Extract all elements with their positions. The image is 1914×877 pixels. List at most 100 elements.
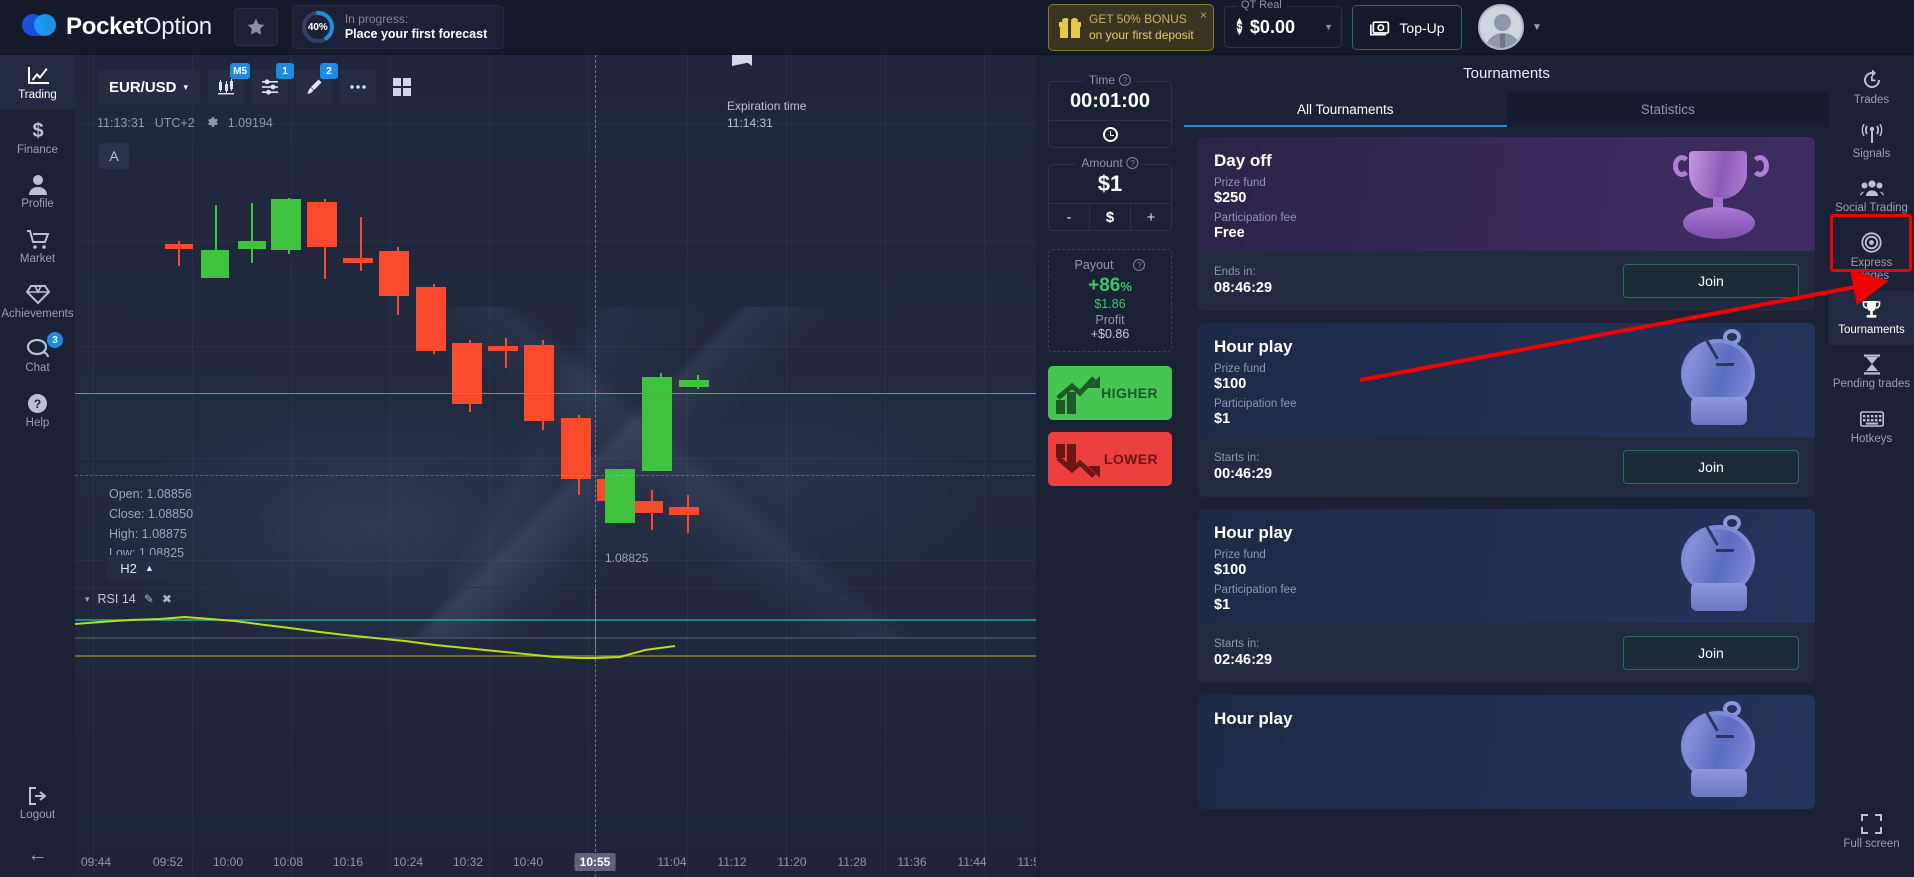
chart-clock-time: 11:13:31 [97,116,145,130]
profit-value: +$0.86 [1090,327,1130,341]
amount-label: Amount [1081,156,1123,170]
candles-icon [218,79,235,95]
rail-item-signals[interactable]: Signals [1829,115,1914,169]
top-up-button[interactable]: Top-Up [1352,5,1462,50]
gear-icon[interactable] [205,115,218,131]
sidebar-item-profile[interactable]: Profile [0,164,75,219]
time-tick: 09:52 [152,855,184,869]
flag-icon [732,55,752,66]
user-menu[interactable]: ▼ [1478,4,1542,50]
rail-item-hotkeys[interactable]: Hotkeys [1829,400,1914,454]
help-icon[interactable]: ? [1133,259,1146,271]
tab-all-tournaments[interactable]: All Tournaments [1184,92,1507,127]
account-balance[interactable]: QT Real ▲ $ ▼ $0.00 ▼ [1224,0,1342,48]
rail-item-express-trades[interactable]: Express Trades [1829,224,1914,291]
onboarding-progress[interactable]: 40% In progress: Place your first foreca… [291,5,505,49]
time-field[interactable]: Time ? 00:01:00 [1048,73,1172,148]
drawing-tools-button[interactable]: 2 [296,63,339,104]
bonus-subtitle: on your first deposit [1089,27,1194,42]
arrow-up-chart-icon [1056,376,1100,414]
tournament-card[interactable]: Hour play [1198,695,1815,809]
bonus-banner[interactable]: GET 50% BONUS on your first deposit × [1048,4,1214,51]
sidebar-item-trading[interactable]: Trading [0,55,75,110]
chevron-down-icon[interactable]: ▼ [1324,22,1333,32]
sidebar-label-market: Market [19,252,56,265]
sidebar-item-achievements[interactable]: Achievements [0,274,75,329]
higher-button[interactable]: HIGHER [1048,366,1172,420]
cart-icon [26,228,50,250]
close-icon[interactable]: × [1200,8,1207,22]
hourglass-icon [1863,353,1881,375]
rail-label-social-trading: Social Trading [1835,202,1908,215]
rail-label-trades: Trades [1853,94,1890,106]
time-tick: 11:12 [717,855,747,869]
avatar [1478,4,1524,50]
arrow-left-icon[interactable]: ← [28,844,48,867]
brush-icon [307,79,322,94]
indicators-badge: 1 [276,63,295,79]
sidebar-item-chat[interactable]: 3 Chat [0,328,75,383]
rail-label-tournaments: Tournaments [1838,324,1905,337]
sidebar-label-logout: Logout [19,809,56,822]
timeframe-badge: M5 [230,63,251,79]
star-icon [247,18,265,35]
rsi-pane: ▾ RSI 14 ✎ ✖ 70 50 30 [75,587,1185,682]
rail-label-signals: Signals [1852,148,1891,161]
tournament-card[interactable]: Hour play Prize fund $100 Participation … [1198,323,1815,497]
help-icon[interactable]: ? [1126,157,1139,169]
ohlc-open: Open: 1.08856 [109,487,192,501]
time-tick: 10:00 [212,855,244,869]
expiration-value: 11:14:31 [727,116,773,131]
timeframe-selector[interactable]: H2 ▲ [107,555,167,581]
sidebar-item-help[interactable]: ? Help [0,383,75,438]
more-icon [350,85,366,89]
right-sidebar: Trades Signals Social Trading Express Tr… [1829,55,1914,877]
top-up-label: Top-Up [1399,19,1445,36]
trophy-icon [1861,299,1882,321]
sidebar-label-achievements: Achievements [1,307,74,320]
help-icon[interactable]: ? [1119,74,1132,86]
amount-field[interactable]: Amount ? $1 - $ + [1048,156,1172,231]
sidebar-item-market[interactable]: Market [0,219,75,274]
chart-area[interactable]: EUR/USD ▾ M5 1 2 11:13:31 UTC+2 1.09194 … [75,55,1185,877]
chart-type-button[interactable]: M5 [208,63,251,104]
more-options-button[interactable] [340,70,377,104]
rail-label-hotkeys: Hotkeys [1850,432,1893,445]
current-time-tick: 10:55 [574,853,616,871]
lower-button[interactable]: LOWER [1048,432,1172,486]
tab-statistics[interactable]: Statistics [1507,92,1830,127]
rail-item-fullscreen[interactable]: Full screen [1829,805,1914,859]
sidebar-item-logout[interactable]: Logout [0,775,75,830]
join-button[interactable]: Join [1623,450,1799,484]
join-button[interactable]: Join [1623,264,1799,298]
layout-grid-icon [393,78,412,96]
currency-button[interactable]: $ [1089,204,1130,230]
indicators-button[interactable]: 1 [252,63,295,104]
chevron-down-icon[interactable]: ▼ [1532,22,1542,33]
annotation-marker[interactable]: A [99,143,129,169]
tournament-card[interactable]: Hour play Prize fund $100 Participation … [1198,509,1815,683]
brand-logo[interactable]: PocketOption [22,12,212,42]
crosshair-vertical [595,55,596,877]
sidebar-label-finance: Finance [17,143,58,156]
payout-amount: $1.86 [1094,297,1126,311]
join-button[interactable]: Join [1623,636,1799,670]
amount-decrease-button[interactable]: - [1049,204,1089,230]
rail-item-social-trading[interactable]: Social Trading [1829,169,1914,223]
rail-label-pending-trades: Pending trades [1832,378,1911,391]
rail-item-trades[interactable]: Trades [1829,61,1914,115]
tournament-card[interactable]: Day off Prize fund $250 Participation fe… [1198,137,1815,311]
timer-label: Starts in: [1214,452,1260,464]
time-axis: 09:44 09:52 10:00 10:08 10:16 10:24 10:3… [75,849,1185,877]
layout-button[interactable] [384,70,420,104]
rail-item-pending-trades[interactable]: Pending trades [1829,345,1914,399]
sidebar-item-finance[interactable]: $ Finance [0,110,75,165]
sidebar-label-trading: Trading [18,89,57,101]
chevron-up-icon: ▲ [144,563,154,573]
rail-item-tournaments[interactable]: Tournaments [1829,291,1914,346]
symbol-selector[interactable]: EUR/USD ▾ [97,70,201,104]
tournaments-title: Tournaments [1463,65,1550,82]
favorites-button[interactable] [233,8,278,46]
time-mode-toggle[interactable] [1049,120,1171,147]
amount-increase-button[interactable]: + [1130,204,1171,230]
